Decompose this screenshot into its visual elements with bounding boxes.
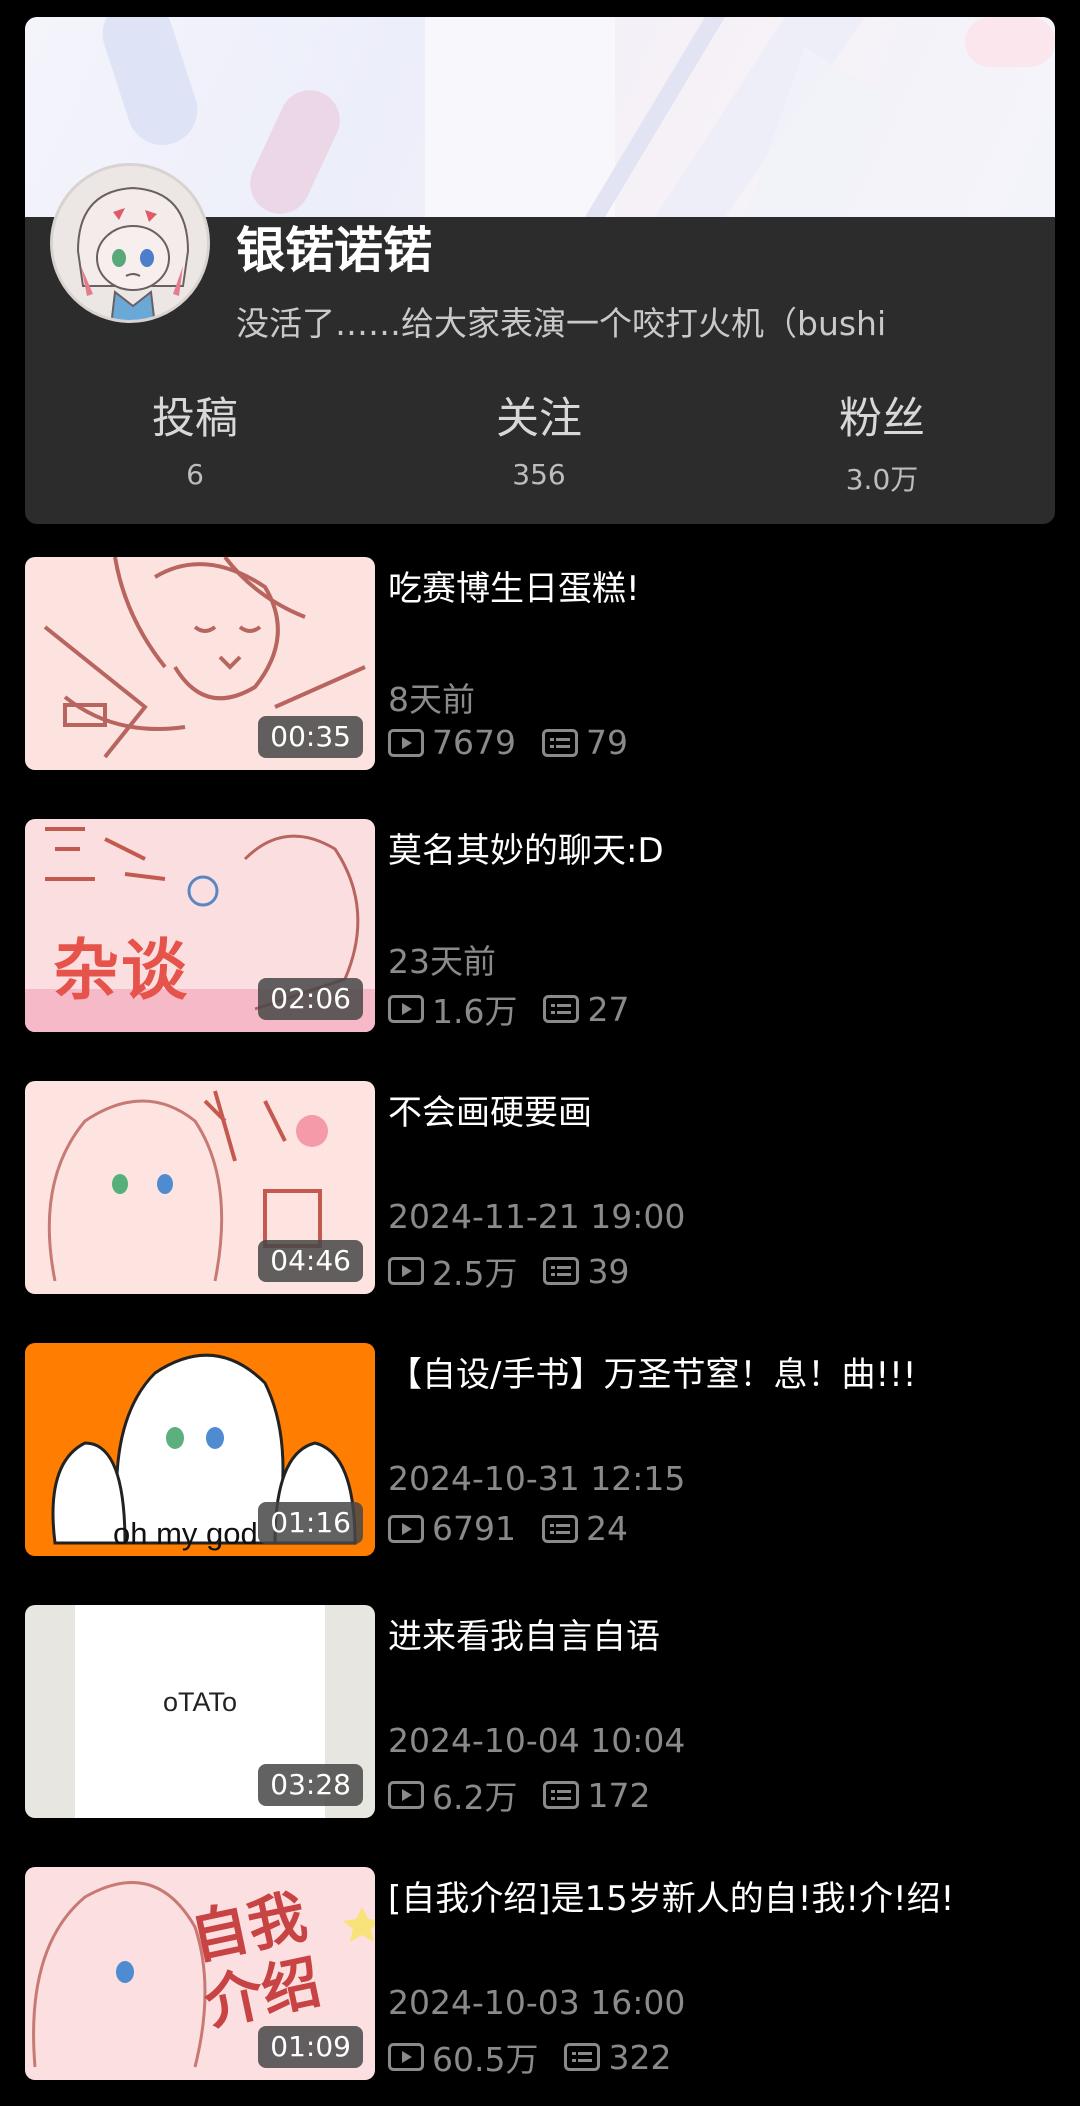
- video-item[interactable]: oh my god 01:16 【自设/手书】万圣节窒！息！曲!!! 2024-…: [25, 1343, 1055, 1558]
- video-duration: 04:46: [258, 1240, 363, 1282]
- comment-count-icon: [543, 995, 580, 1023]
- view-count: 6.2万: [432, 1778, 518, 1817]
- video-thumbnail[interactable]: 自我介绍 01:09: [25, 1867, 375, 2080]
- video-title[interactable]: 进来看我自言自语: [388, 1609, 660, 1658]
- stat-label: 投稿: [152, 394, 238, 444]
- video-duration: 02:06: [258, 978, 363, 1020]
- comment-count: 322: [608, 2037, 672, 2077]
- video-date: 2024-11-21 19:00: [388, 1197, 686, 1236]
- video-date: 8天前: [388, 680, 475, 719]
- video-date: 2024-10-04 10:04: [388, 1721, 686, 1760]
- comment-count-icon: [543, 1257, 580, 1285]
- video-thumbnail[interactable]: oTATo 03:28: [25, 1605, 375, 1818]
- video-thumbnail[interactable]: 00:35: [25, 557, 375, 770]
- comment-count-icon: [564, 2043, 601, 2071]
- profile-card: 银锘诺锘 没活了……给大家表演一个咬打火机（bushi 投稿 6 关注 356 …: [25, 17, 1055, 524]
- video-stats: 6791 24: [388, 1509, 628, 1548]
- avatar[interactable]: [50, 163, 210, 323]
- video-thumbnail[interactable]: 杂谈 02:06: [25, 819, 375, 1032]
- video-stats: 1.6万 27: [388, 985, 629, 1033]
- video-stats: 60.5万 322: [388, 2033, 671, 2081]
- video-duration: 00:35: [258, 716, 363, 758]
- comment-count-icon: [543, 1781, 580, 1809]
- play-count-icon: [388, 995, 424, 1023]
- play-count-icon: [388, 1257, 424, 1285]
- video-duration: 01:09: [258, 2026, 363, 2068]
- play-count-icon: [388, 1514, 424, 1543]
- comment-count: 39: [587, 1251, 630, 1291]
- stat-followers[interactable]: 粉丝 3.0万: [757, 394, 1007, 498]
- video-title[interactable]: 吃赛博生日蛋糕!: [388, 561, 640, 610]
- comment-count: 27: [587, 989, 630, 1029]
- stat-label: 关注: [496, 394, 582, 444]
- video-date: 23天前: [388, 942, 496, 981]
- profile-stats: 投稿 6 关注 356 粉丝 3.0万: [25, 394, 1055, 504]
- stat-value: 356: [512, 457, 566, 491]
- play-count-icon: [388, 2043, 424, 2071]
- video-item[interactable]: oTATo 03:28 进来看我自言自语 2024-10-04 10:04 6.…: [25, 1605, 1055, 1820]
- video-thumbnail[interactable]: 04:46: [25, 1081, 375, 1294]
- view-count: 60.5万: [432, 2040, 539, 2079]
- comment-count-icon: [541, 728, 578, 757]
- comment-count: 172: [587, 1775, 651, 1815]
- video-stats: 2.5万 39: [388, 1247, 629, 1295]
- thumbnail-caption: oh my god: [113, 1516, 258, 1551]
- video-duration: 03:28: [258, 1764, 363, 1806]
- video-item[interactable]: 04:46 不会画硬要画 2024-11-21 19:00 2.5万 39: [25, 1081, 1055, 1296]
- video-title[interactable]: 不会画硬要画: [388, 1085, 592, 1134]
- video-stats: 7679 79: [388, 723, 628, 762]
- thumbnail-caption: oTATo: [162, 1687, 238, 1717]
- video-title[interactable]: 莫名其妙的聊天:D: [388, 823, 664, 872]
- video-item[interactable]: 00:35 吃赛博生日蛋糕! 8天前 7679 79: [25, 557, 1055, 772]
- thumbnail-title: 杂谈: [53, 932, 189, 1009]
- video-title[interactable]: 【自设/手书】万圣节窒！息！曲!!!: [388, 1347, 916, 1396]
- video-title[interactable]: [自我介绍]是15岁新人的自!我!介!绍!: [388, 1871, 954, 1920]
- stat-uploads[interactable]: 投稿 6: [70, 394, 320, 491]
- play-count-icon: [388, 728, 424, 757]
- profile-name: 银锘诺锘: [236, 222, 433, 279]
- video-thumbnail[interactable]: oh my god 01:16: [25, 1343, 375, 1556]
- video-date: 2024-10-31 12:15: [388, 1459, 686, 1498]
- view-count: 2.5万: [432, 1254, 518, 1293]
- profile-bio: 没活了……给大家表演一个咬打火机（bushi: [236, 304, 887, 343]
- video-stats: 6.2万 172: [388, 1771, 650, 1819]
- view-count: 6791: [432, 1509, 516, 1548]
- stat-label: 粉丝: [839, 394, 925, 444]
- view-count: 7679: [432, 723, 516, 762]
- comment-count: 79: [585, 723, 628, 762]
- play-count-icon: [388, 1781, 424, 1809]
- comment-count-icon: [541, 1514, 578, 1543]
- video-duration: 01:16: [258, 1502, 363, 1544]
- stat-following[interactable]: 关注 356: [414, 394, 664, 491]
- video-date: 2024-10-03 16:00: [388, 1983, 686, 2022]
- stat-value: 3.0万: [845, 462, 919, 496]
- view-count: 1.6万: [432, 992, 518, 1031]
- video-item[interactable]: 自我介绍 01:09 [自我介绍]是15岁新人的自!我!介!绍! 2024-10…: [25, 1867, 1055, 2082]
- video-item[interactable]: 杂谈 02:06 莫名其妙的聊天:D 23天前 1.6万 27: [25, 819, 1055, 1034]
- stat-value: 6: [186, 457, 204, 491]
- comment-count: 24: [585, 1509, 628, 1548]
